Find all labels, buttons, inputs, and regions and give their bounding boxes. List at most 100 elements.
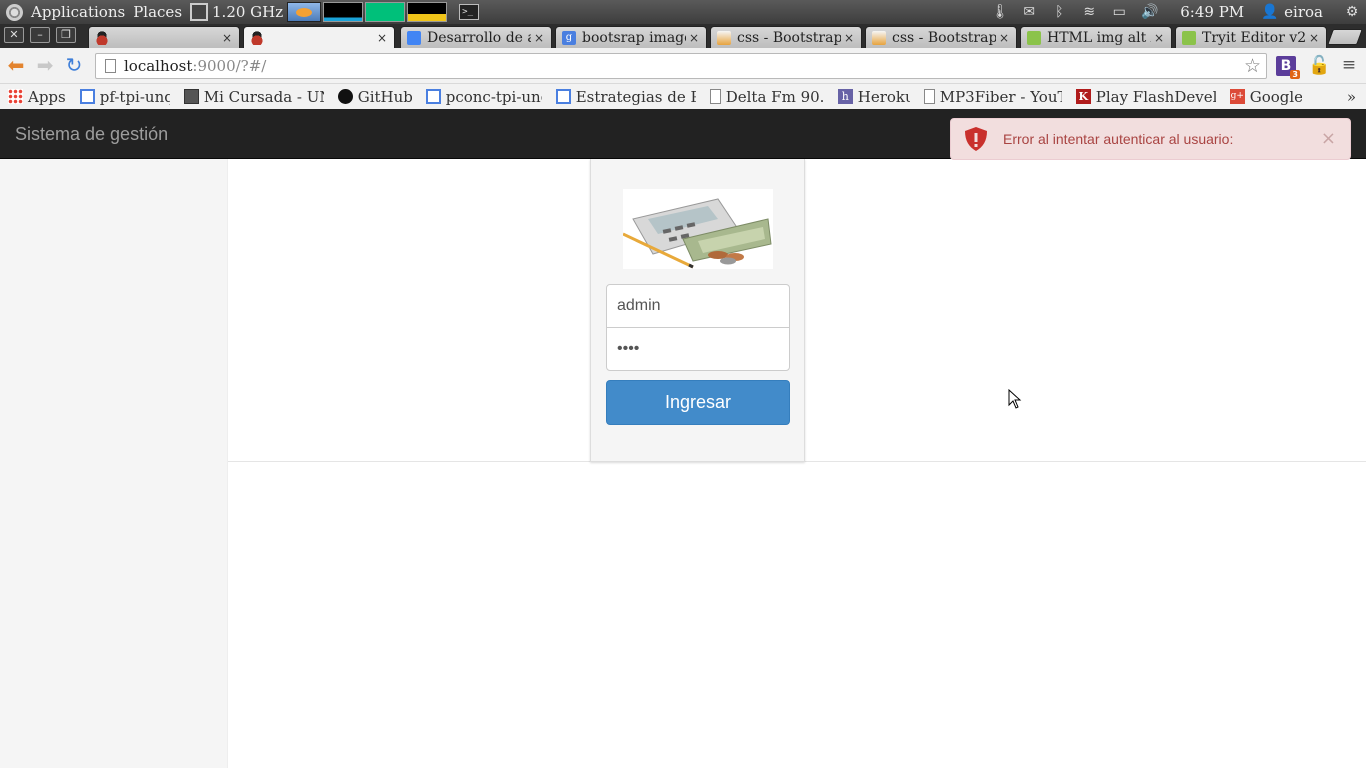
login-button[interactable]: Ingresar	[606, 380, 790, 425]
sidebar	[0, 159, 228, 768]
login-panel: •••• Ingresar	[590, 159, 805, 462]
trello-icon	[79, 89, 95, 104]
terminal-icon[interactable]: >_	[459, 4, 480, 20]
shield-alert-icon	[965, 127, 987, 151]
bookmark-item[interactable]: MP3Fiber - YouTube	[923, 88, 1062, 106]
browser-tab-strip: ✕ – ❐ × × Desarrollo de aplicaciones × g…	[0, 24, 1366, 49]
gear-icon[interactable]: ⚙	[1344, 5, 1360, 19]
url-path: :9000/?#/	[192, 57, 267, 75]
password-input[interactable]: ••••	[606, 327, 790, 371]
tab-close-icon[interactable]: ×	[686, 31, 702, 45]
tab-close-icon[interactable]: ×	[531, 31, 547, 45]
user-icon: 👤	[1261, 4, 1279, 20]
password-field[interactable]: ••••	[617, 340, 639, 358]
browser-tab[interactable]: css - Bootstrap 3 ×	[865, 26, 1017, 48]
stackoverflow-favicon-icon	[717, 30, 731, 45]
error-alert: Error al intentar autenticar al usuario:…	[950, 118, 1351, 160]
battery-icon[interactable]: ▭	[1111, 5, 1127, 19]
bookmark-item[interactable]: Mi Cursada - UNQ	[183, 88, 324, 106]
browser-tab[interactable]: Tryit Editor v2. ×	[1175, 26, 1327, 48]
hamburger-menu-icon[interactable]: ≡	[1340, 57, 1358, 75]
volume-icon[interactable]: 🔊	[1141, 5, 1158, 19]
incognito-favicon-icon	[250, 31, 264, 45]
os-logo-icon	[6, 3, 23, 21]
bookmark-item[interactable]: pf-tpi-unq	[79, 88, 170, 106]
memory-monitor-graph[interactable]	[365, 2, 406, 22]
address-bar[interactable]: localhost :9000/?#/ ☆	[95, 53, 1267, 79]
browser-tab[interactable]: ×	[88, 26, 240, 48]
navbar-brand[interactable]: Sistema de gestión	[15, 124, 168, 145]
apps-grid-icon	[8, 89, 23, 104]
mail-icon[interactable]: ✉	[1021, 5, 1037, 19]
window-close-button[interactable]: ✕	[4, 27, 24, 43]
applications-menu[interactable]: Applications Places	[6, 0, 190, 24]
lock-extension-icon[interactable]: 🔓	[1308, 56, 1330, 76]
cpu-monitor-graph[interactable]	[323, 2, 364, 22]
google-plus-icon: g+	[1229, 89, 1245, 104]
page-icon	[105, 59, 116, 73]
username-input[interactable]	[606, 284, 790, 328]
network-monitor-graph[interactable]	[407, 2, 448, 22]
back-arrow-icon[interactable]: ⬅	[6, 55, 26, 76]
google-docs-favicon-icon	[407, 30, 421, 45]
image-icon	[183, 89, 199, 104]
bluetooth-icon[interactable]: ᛒ	[1051, 5, 1067, 19]
reload-icon[interactable]: ↻	[64, 55, 84, 76]
alert-message: Error al intentar autenticar al usuario:	[1003, 131, 1234, 147]
bookmark-item[interactable]: Delta Fm 90.3	[709, 88, 824, 106]
browser-tab[interactable]: Desarrollo de aplicaciones ×	[400, 26, 552, 48]
url-host: localhost	[124, 57, 193, 75]
tab-close-icon[interactable]: ×	[219, 31, 235, 45]
bookmarks-bar: Apps pf-tpi-unq Mi Cursada - UNQ GitHub …	[0, 84, 1366, 109]
trello-icon	[425, 89, 441, 104]
bookmark-item[interactable]: pconc-tpi-unq	[425, 88, 542, 106]
window-restore-button[interactable]: ❐	[56, 27, 76, 43]
incognito-favicon-icon	[95, 30, 109, 45]
cpu-freq-label: 1.20 GHz	[212, 3, 284, 21]
window-minimize-button[interactable]: –	[30, 27, 50, 43]
thermometer-icon[interactable]: 🌡	[991, 5, 1009, 19]
calculator-money-image	[623, 189, 773, 269]
tab-close-icon[interactable]: ×	[374, 31, 390, 45]
stackoverflow-favicon-icon	[872, 30, 886, 45]
browser-tab[interactable]: HTML img alt A ×	[1020, 26, 1172, 48]
browser-tab[interactable]: g bootsrap image ×	[555, 26, 707, 48]
clock[interactable]: 6:49 PM	[1180, 3, 1244, 21]
bookmark-item[interactable]: KPlay FlashDevelop	[1075, 88, 1216, 106]
mouse-cursor-icon	[1008, 389, 1022, 409]
bookmark-apps[interactable]: Apps	[8, 88, 66, 106]
bookmark-star-icon[interactable]: ☆	[1244, 55, 1261, 77]
fish-applet-icon[interactable]	[287, 2, 322, 22]
os-top-panel: Applications Places 1.20 GHz >_ 🌡 ✉ ᛒ ≋ …	[0, 0, 1366, 24]
bookmark-item[interactable]: Estrategias de Persistencia	[555, 88, 696, 106]
page-icon	[923, 89, 935, 104]
bookmark-item[interactable]: g+ Google	[1229, 88, 1302, 106]
tab-close-icon[interactable]: ×	[996, 31, 1012, 45]
google-favicon-icon: g	[562, 30, 576, 45]
places-menu[interactable]: Places	[133, 3, 182, 21]
bootstrap-extension-icon[interactable]: B3	[1276, 56, 1300, 79]
extension-badge: 3	[1290, 70, 1300, 79]
github-icon	[337, 89, 353, 104]
bookmark-item[interactable]: h Heroku	[837, 88, 910, 106]
tab-close-icon[interactable]: ×	[841, 31, 857, 45]
w3schools-favicon-icon	[1182, 30, 1196, 45]
alert-close-button[interactable]: ×	[1321, 128, 1336, 149]
bookmark-item[interactable]: GitHub	[337, 88, 412, 106]
heroku-icon: h	[837, 89, 853, 104]
username-field[interactable]	[617, 297, 779, 315]
cpu-icon	[190, 3, 209, 21]
browser-toolbar: ⬅ ➡ ↻ localhost :9000/?#/ ☆ B3 🔓 ≡	[0, 48, 1366, 84]
bookmarks-overflow-button[interactable]: »	[1347, 88, 1356, 106]
tab-close-icon[interactable]: ×	[1151, 31, 1167, 45]
page-icon	[709, 89, 721, 104]
wifi-icon[interactable]: ≋	[1081, 5, 1097, 19]
browser-tab-active[interactable]: ×	[243, 26, 395, 49]
new-tab-button[interactable]	[1327, 29, 1363, 45]
cpu-freq-applet[interactable]: 1.20 GHz	[190, 0, 283, 24]
forward-arrow-icon[interactable]: ➡	[35, 55, 55, 76]
applications-label[interactable]: Applications	[31, 3, 125, 21]
browser-tab[interactable]: css - Bootstrap - ×	[710, 26, 862, 48]
user-menu[interactable]: eiroa	[1284, 3, 1323, 21]
tab-close-icon[interactable]: ×	[1306, 31, 1322, 45]
